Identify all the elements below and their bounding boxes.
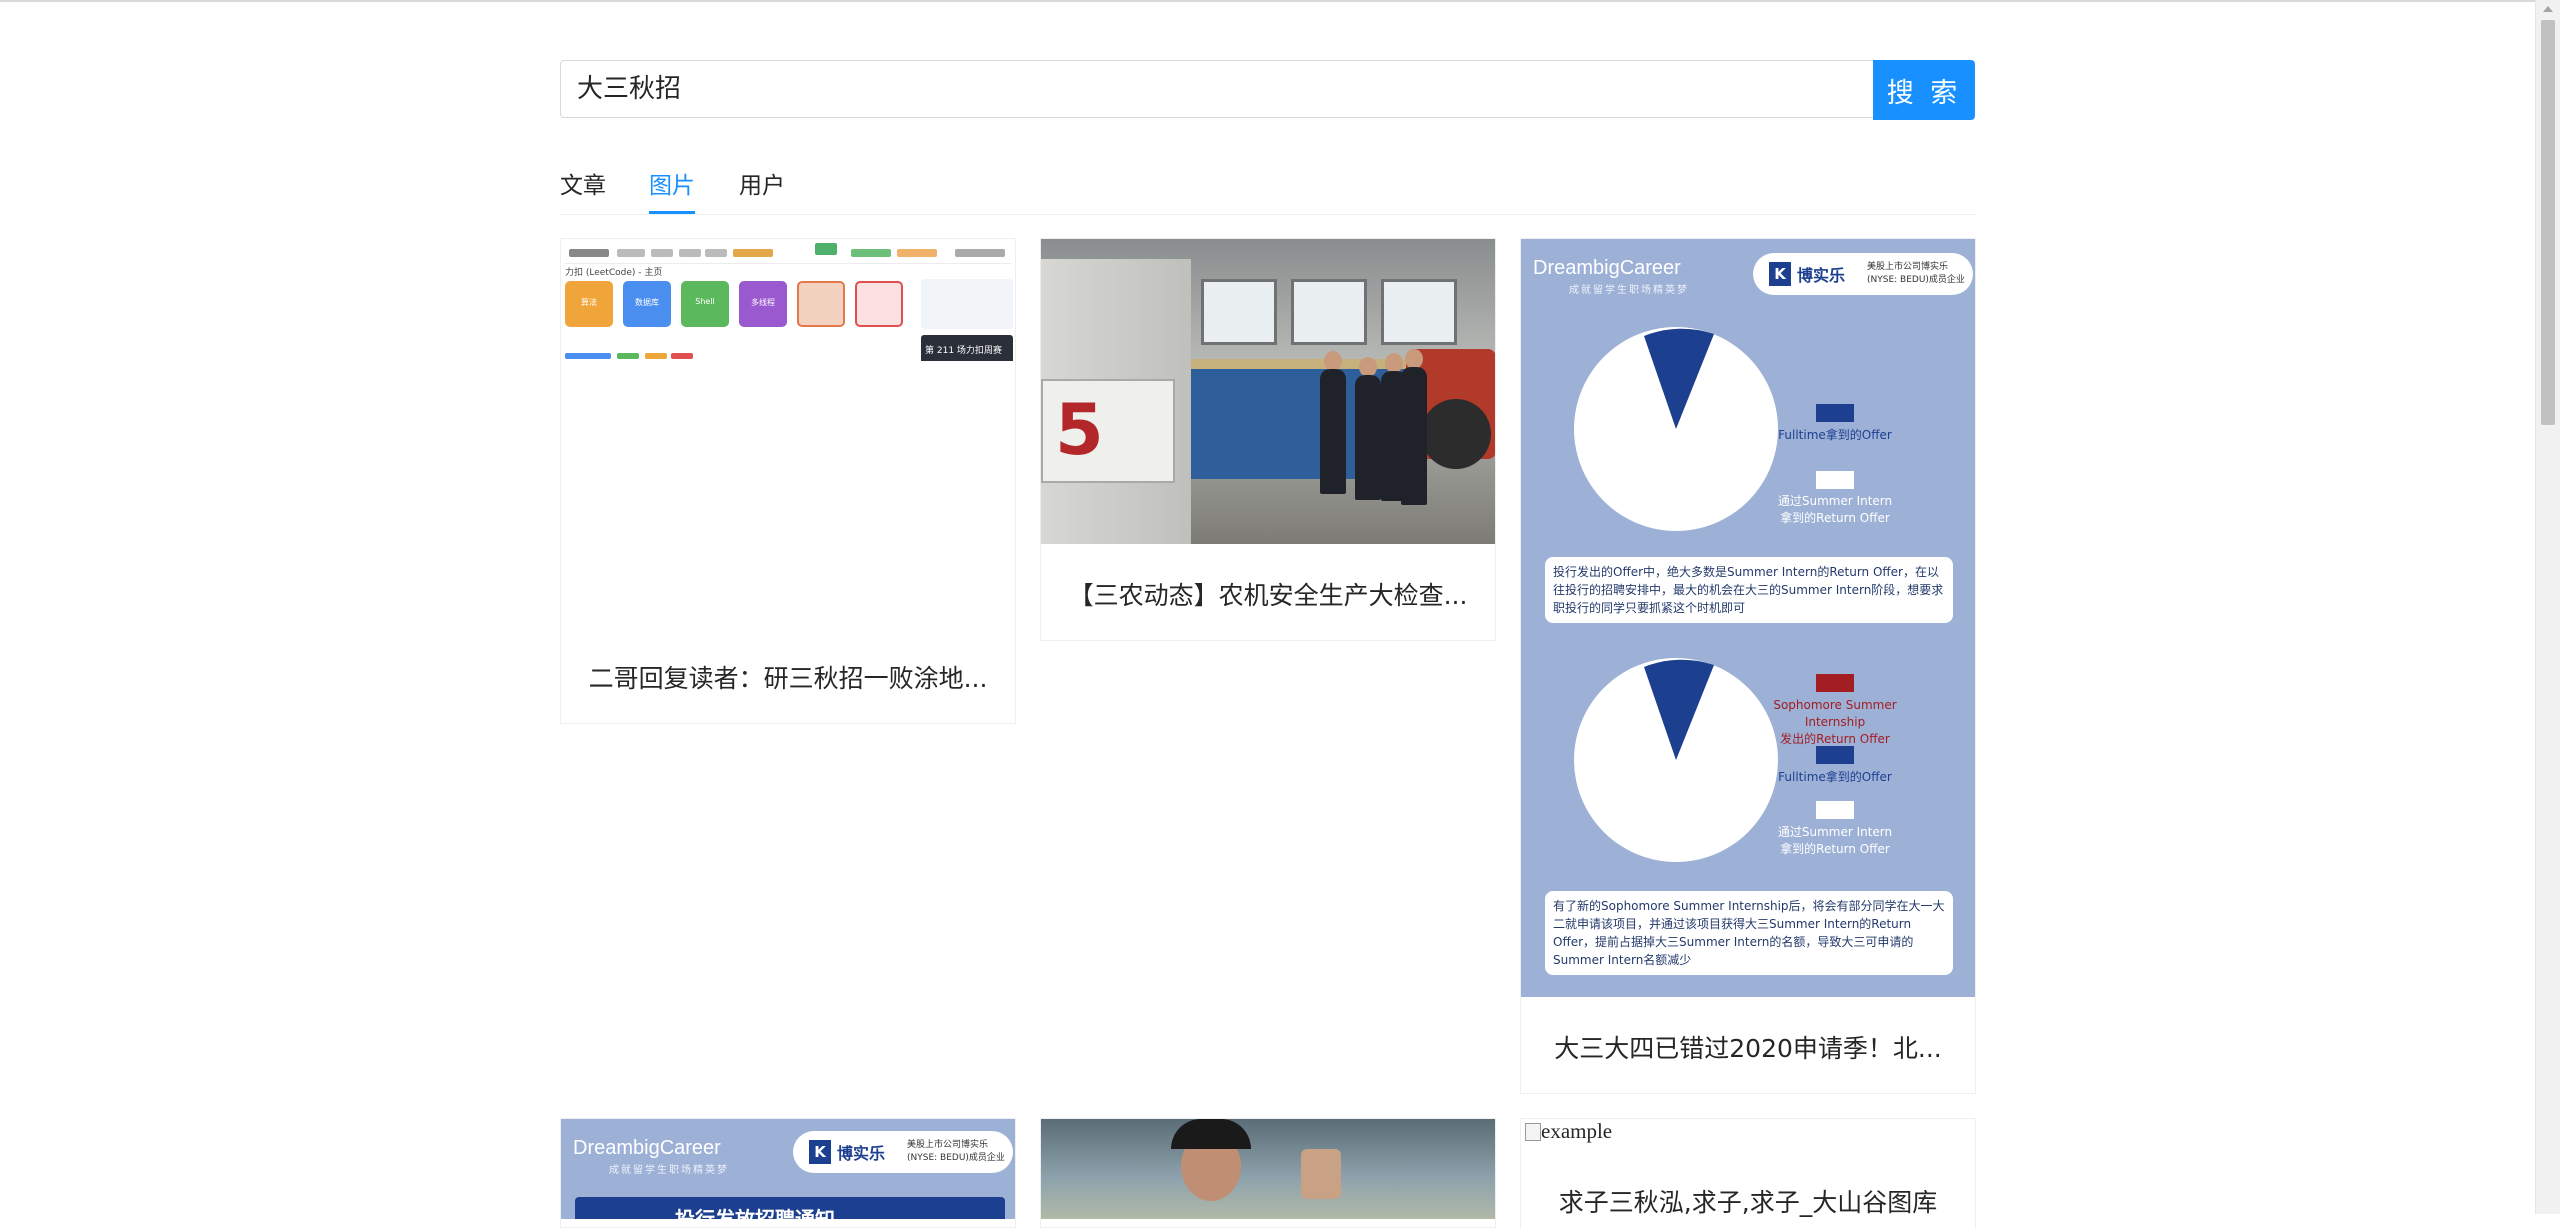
result-thumbnail: DreambigCareer 成就留学生职场精英梦 K 博实乐 美股上市公司博实…: [561, 1119, 1015, 1219]
vehicle-number: 5: [1055, 389, 1104, 471]
top-border: [0, 0, 2560, 2]
page-scrollbar[interactable]: [2535, 0, 2560, 1214]
image-alt-text: example: [1541, 1119, 1613, 1143]
result-thumbnail: 力扣 (LeetCode) - 主页 算法 数据库 Shell 多线程 第 21…: [561, 239, 1015, 361]
tab-images[interactable]: 图片: [649, 166, 695, 214]
partner-badge: K 博实乐 美股上市公司博实乐 (NYSE: BEDU)成员企业: [1753, 253, 1973, 295]
broken-image: example: [1523, 1119, 1612, 1144]
tab-users[interactable]: 用户: [739, 166, 785, 213]
thumbnail-navbar: [565, 243, 1011, 264]
search-button[interactable]: 搜 索: [1873, 60, 1975, 120]
brand-logo: DreambigCareer: [1533, 257, 1681, 279]
search-input[interactable]: [560, 60, 1873, 118]
image-result-card[interactable]: DreambigCareer 成就留学生职场精英梦 K 博实乐 美股上市公司博实…: [560, 1118, 1016, 1228]
image-result-card[interactable]: [1040, 1118, 1496, 1228]
info-box-2: 有了新的Sophomore Summer Internship后，将会有部分同学…: [1545, 891, 1953, 975]
result-caption[interactable]: 【三农动态】农机安全生产大检查...: [1041, 576, 1495, 612]
search-bar: 搜 索: [560, 60, 1975, 120]
scroll-up-arrow-icon[interactable]: [2543, 6, 2553, 12]
result-tabs: 文章 图片 用户: [560, 160, 1975, 215]
scrollbar-thumb[interactable]: [2541, 20, 2555, 425]
image-result-card[interactable]: example 求子三秋泓,求子,求子_大山谷图库: [1520, 1118, 1976, 1228]
result-caption[interactable]: 大三大四已错过2020申请季！北...: [1521, 1029, 1975, 1065]
broken-image-icon: [1525, 1123, 1541, 1141]
result-thumbnail: [1041, 1119, 1495, 1219]
result-thumbnail: DreambigCareer 成就留学生职场精英梦 K 博实乐 美股上市公司博实…: [1521, 239, 1975, 997]
image-result-card[interactable]: 5 【三农动态】农机安全生产大检查...: [1040, 238, 1496, 641]
result-thumbnail: 5: [1041, 239, 1495, 544]
image-result-card[interactable]: DreambigCareer 成就留学生职场精英梦 K 博实乐 美股上市公司博实…: [1520, 238, 1976, 1094]
tab-articles[interactable]: 文章: [560, 166, 606, 213]
info-box-1: 投行发出的Offer中，绝大多数是Summer Intern的Return Of…: [1545, 557, 1953, 623]
result-caption[interactable]: 二哥回复读者：研三秋招一败涂地...: [561, 659, 1015, 695]
image-result-card[interactable]: 力扣 (LeetCode) - 主页 算法 数据库 Shell 多线程 第 21…: [560, 238, 1016, 724]
thumbnail-title: 力扣 (LeetCode) - 主页: [565, 268, 663, 278]
thumbnail-banner: 第 211 场力扣周赛: [921, 335, 1013, 361]
